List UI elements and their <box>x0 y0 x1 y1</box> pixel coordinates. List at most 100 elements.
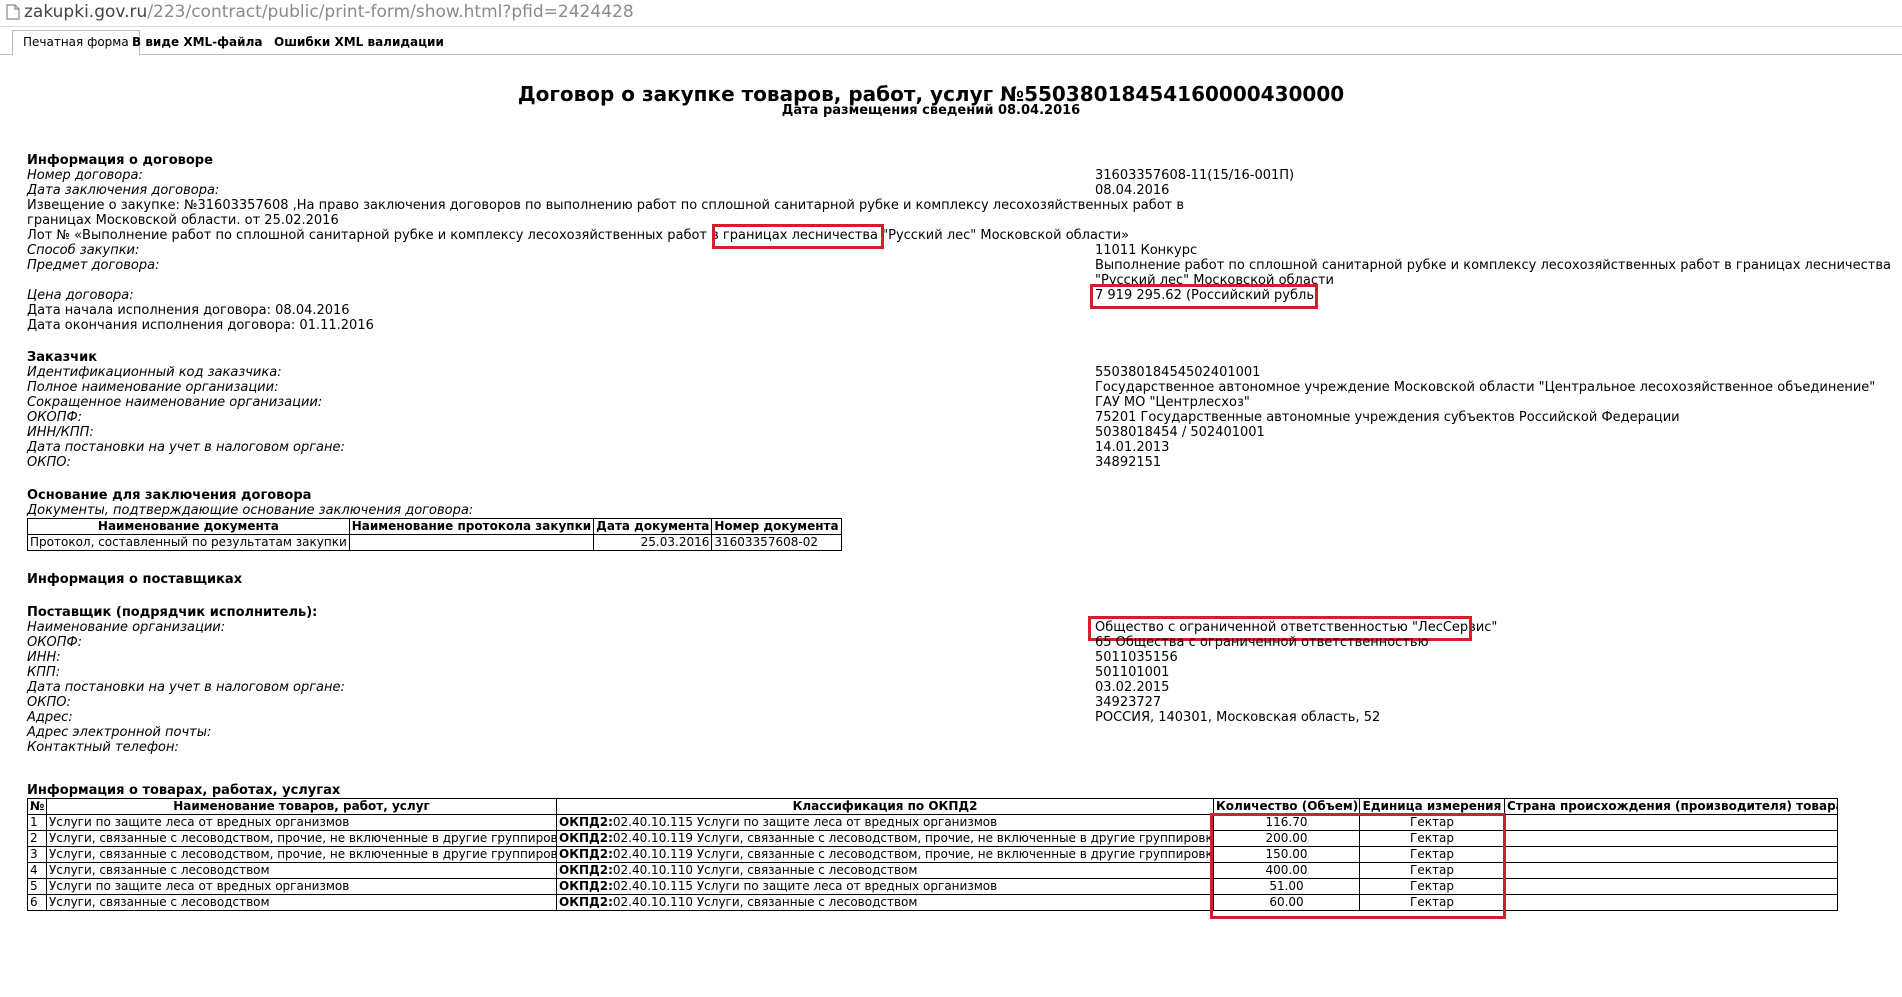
customer-field-label: ОКПО: <box>27 455 71 470</box>
goods-row-name: Услуги, связанные с лесоводством, прочие… <box>46 830 557 847</box>
table-row: 2 Услуги, связанные с лесоводством, проч… <box>27 830 1838 847</box>
contract-date-label: Дата заключения договора: <box>27 183 220 198</box>
procurement-method-value: 11011 Конкурс <box>1095 243 1198 258</box>
customer-field-label: ИНН/КПП: <box>27 425 94 440</box>
okpd-code: 02.40.10.119 Услуги, связанные с лесовод… <box>612 847 1214 862</box>
okpd-code: 02.40.10.110 Услуги, связанные с лесовод… <box>612 863 918 878</box>
supplier-field-label: Контактный телефон: <box>27 740 179 755</box>
basis-sublabel: Документы, подтверждающие основание закл… <box>27 503 474 518</box>
contract-subject-label: Предмет договора: <box>27 258 160 273</box>
goods-row-country <box>1504 846 1838 863</box>
supplier-field-label: ИНН: <box>27 650 61 665</box>
publication-date: Дата размещения сведений 08.04.2016 <box>781 103 1081 118</box>
notice-line-1: Извещение о закупке: №31603357608 ,На пр… <box>27 198 1185 213</box>
url-text[interactable]: zakupki.gov.ru/223/contract/public/print… <box>24 2 634 22</box>
contract-date-value: 08.04.2016 <box>1095 183 1170 198</box>
goods-row-name: Услуги, связанные с лесоводством, прочие… <box>46 846 557 863</box>
goods-row-okpd: ОКПД2:02.40.10.115 Услуги по защите леса… <box>556 814 1214 831</box>
goods-col-header: Страна происхождения (производителя) тов… <box>1504 798 1838 815</box>
supplier-field-value: 34923727 <box>1095 695 1162 710</box>
contract-price-label: Цена договора: <box>27 288 134 303</box>
supplier-field-label: Адрес: <box>27 710 73 725</box>
goods-table: № Наименование товаров, работ, услуг Кла… <box>27 798 1838 911</box>
customer-field-value: 5038018454 / 502401001 <box>1095 425 1265 440</box>
supplier-field-label: ОКОПФ: <box>27 635 83 650</box>
customer-field-label: Дата постановки на учет в налоговом орга… <box>27 440 345 455</box>
tab-xml-validation-errors[interactable]: Ошибки XML валидации <box>264 31 454 53</box>
goods-row-number: 6 <box>27 894 47 911</box>
goods-row-number: 1 <box>27 814 47 831</box>
contract-info-heading: Информация о договоре <box>27 153 213 168</box>
basis-doc-name: Протокол, составленный по результатам за… <box>27 534 350 551</box>
url-path: /223/contract/public/print-form/show.htm… <box>147 2 634 22</box>
basis-col-header: Наименование протокола закупки <box>348 518 595 535</box>
goods-col-header: Наименование товаров, работ, услуг <box>46 798 557 815</box>
basis-col-header: Наименование документа <box>27 518 350 535</box>
okpd-code: 02.40.10.119 Услуги, связанные с лесовод… <box>612 831 1214 846</box>
customer-field-value: ГАУ МО "Центрлесхоз" <box>1095 395 1250 410</box>
lot-line: Лот № «Выполнение работ по сплошной сани… <box>27 228 1130 243</box>
page-icon <box>6 4 20 20</box>
goods-row-country <box>1504 862 1838 879</box>
customer-field-label: Сокращенное наименование организации: <box>27 395 323 410</box>
goods-row-country <box>1504 878 1838 895</box>
basis-protocol-name <box>348 534 595 551</box>
goods-row-name: Услуги, связанные с лесоводством <box>46 894 557 911</box>
highlight-lot-forestry <box>712 224 884 249</box>
view-tabs: Печатная форма В виде XML-файла Ошибки X… <box>0 29 1902 56</box>
procurement-method-label: Способ закупки: <box>27 243 140 258</box>
tab-print-form[interactable]: Печатная форма <box>12 30 140 56</box>
customer-field-label: Идентификационный код заказчика: <box>27 365 282 380</box>
okpd-prefix: ОКПД2: <box>559 847 613 862</box>
goods-row-number: 3 <box>27 846 47 863</box>
supplier-field-label: ОКПО: <box>27 695 71 710</box>
goods-row-name: Услуги по защите леса от вредных организ… <box>46 878 557 895</box>
customer-field-value: 14.01.2013 <box>1095 440 1170 455</box>
supplier-field-label: Наименование организации: <box>27 620 226 635</box>
goods-row-okpd: ОКПД2:02.40.10.119 Услуги, связанные с л… <box>556 846 1214 863</box>
goods-row-country <box>1504 830 1838 847</box>
contract-number-label: Номер договора: <box>27 168 143 183</box>
tab-xml-file[interactable]: В виде XML-файла <box>122 31 272 53</box>
okpd-prefix: ОКПД2: <box>559 895 613 910</box>
customer-heading: Заказчик <box>27 350 98 365</box>
goods-row-okpd: ОКПД2:02.40.10.115 Услуги по защите леса… <box>556 878 1214 895</box>
table-row: 4 Услуги, связанные с лесоводством ОКПД2… <box>27 862 1838 879</box>
goods-row-okpd: ОКПД2:02.40.10.119 Услуги, связанные с л… <box>556 830 1214 847</box>
supplier-field-value: 65 Общества с ограниченной ответственнос… <box>1095 635 1429 650</box>
execution-end-line: Дата окончания исполнения договора: 01.1… <box>27 318 374 333</box>
supplier-field-label: Дата постановки на учет в налоговом орга… <box>27 680 345 695</box>
notice-line-2: границах Московской области. от 25.02.20… <box>27 213 339 228</box>
goods-heading: Информация о товарах, работах, услугах <box>27 783 341 798</box>
basis-col-header: Дата документа <box>593 518 713 535</box>
goods-col-header: № <box>27 798 47 815</box>
table-row: Протокол, составленный по результатам за… <box>27 534 842 551</box>
customer-field-value: Государственное автономное учреждение Мо… <box>1095 380 1876 395</box>
customer-field-label: ОКОПФ: <box>27 410 83 425</box>
goods-row-okpd: ОКПД2:02.40.10.110 Услуги, связанные с л… <box>556 862 1214 879</box>
customer-field-label: Полное наименование организации: <box>27 380 279 395</box>
supplier-field-value: РОССИЯ, 140301, Московская область, 52 <box>1095 710 1381 725</box>
goods-col-header: Классификация по ОКПД2 <box>556 798 1214 815</box>
address-bar[interactable]: zakupki.gov.ru/223/contract/public/print… <box>0 0 1902 27</box>
table-row: 1 Услуги по защите леса от вредных орган… <box>27 814 1838 831</box>
customer-field-value: 75201 Государственные автономные учрежде… <box>1095 410 1680 425</box>
goods-row-number: 4 <box>27 862 47 879</box>
highlight-price <box>1090 284 1318 309</box>
okpd-prefix: ОКПД2: <box>559 831 613 846</box>
goods-row-name: Услуги, связанные с лесоводством <box>46 862 557 879</box>
goods-row-number: 5 <box>27 878 47 895</box>
supplier-field-label: КПП: <box>27 665 61 680</box>
okpd-prefix: ОКПД2: <box>559 879 613 894</box>
okpd-code: 02.40.10.115 Услуги по защите леса от вр… <box>612 815 998 830</box>
basis-heading: Основание для заключения договора <box>27 488 312 503</box>
table-row: 3 Услуги, связанные с лесоводством, проч… <box>27 846 1838 863</box>
goods-row-name: Услуги по защите леса от вредных организ… <box>46 814 557 831</box>
goods-row-country <box>1504 894 1838 911</box>
goods-row-country <box>1504 814 1838 831</box>
basis-doc-date: 25.03.2016 <box>593 534 713 551</box>
contract-number-value: 31603357608-11(15/16-001П) <box>1095 168 1295 183</box>
okpd-code: 02.40.10.110 Услуги, связанные с лесовод… <box>612 895 918 910</box>
supplier-subheading: Поставщик (подрядчик исполнитель): <box>27 605 318 620</box>
goods-row-number: 2 <box>27 830 47 847</box>
